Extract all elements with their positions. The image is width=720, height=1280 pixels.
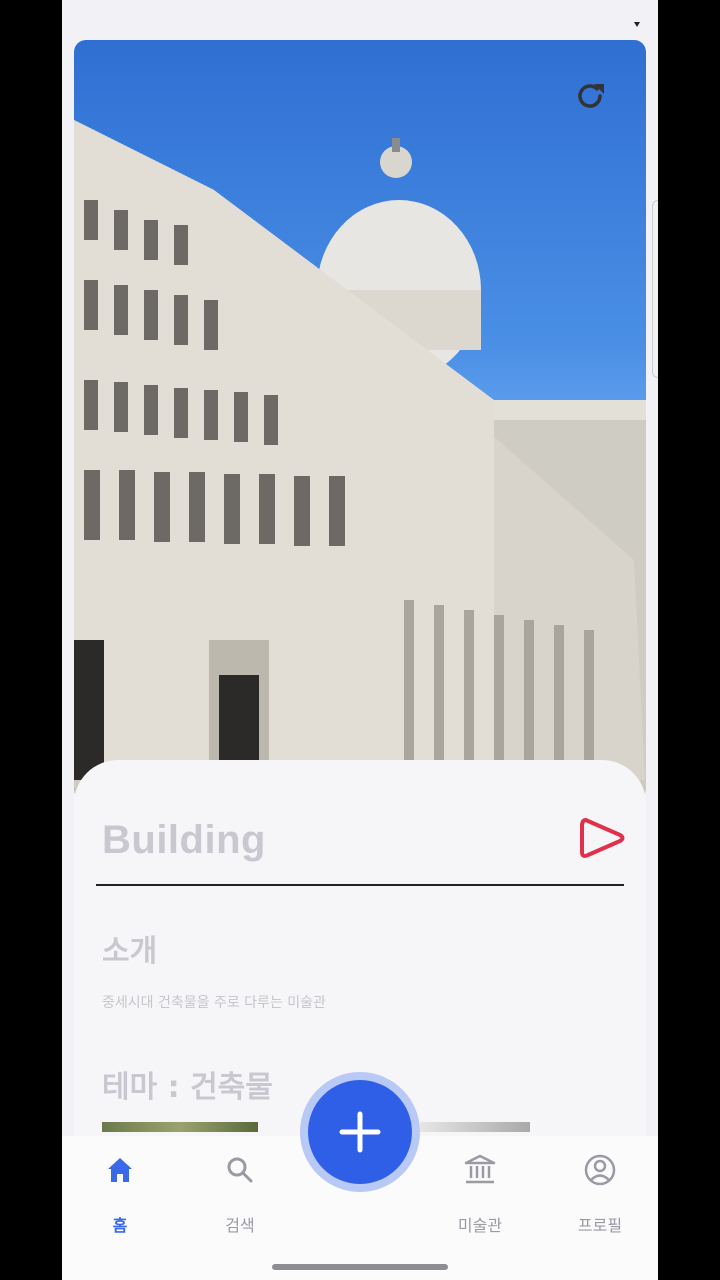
intro-text: 중세시대 건축물을 주로 다루는 미술관 bbox=[102, 995, 326, 1011]
refresh-icon bbox=[578, 84, 604, 108]
side-handle[interactable] bbox=[652, 200, 658, 378]
theme-thumbnail[interactable] bbox=[420, 1122, 530, 1132]
tab-label: 미술관 bbox=[457, 1216, 503, 1235]
hero-image bbox=[74, 40, 646, 800]
home-indicator[interactable] bbox=[272, 1264, 448, 1270]
search-icon bbox=[227, 1157, 253, 1183]
refresh-button[interactable] bbox=[572, 78, 612, 118]
play-icon bbox=[580, 818, 625, 858]
play-button[interactable] bbox=[576, 812, 628, 864]
tab-profile[interactable]: 프로필 bbox=[550, 1150, 650, 1236]
home-icon bbox=[108, 1158, 132, 1182]
tab-museum[interactable]: 미술관 bbox=[430, 1150, 530, 1236]
status-indicator bbox=[634, 22, 640, 27]
museum-icon bbox=[464, 1154, 496, 1184]
cathedral-illustration bbox=[74, 120, 646, 800]
intro-heading: 소개 bbox=[102, 934, 158, 969]
title-divider bbox=[96, 884, 624, 886]
tab-label: 홈 bbox=[112, 1216, 128, 1235]
museum-title: Building bbox=[102, 818, 266, 862]
tab-search[interactable]: 검색 bbox=[190, 1150, 290, 1236]
theme-heading: 테마 : 건축물 bbox=[102, 1070, 273, 1105]
app-screen: Building 소개 중세시대 건축물을 주로 다루는 미술관 테마 : 건축… bbox=[62, 0, 658, 1280]
profile-icon bbox=[584, 1154, 616, 1186]
tab-home[interactable]: 홈 bbox=[70, 1150, 170, 1236]
plus-icon bbox=[339, 1111, 381, 1153]
tab-label: 프로필 bbox=[577, 1216, 623, 1235]
theme-thumbnail[interactable] bbox=[102, 1122, 258, 1132]
tab-label: 검색 bbox=[225, 1216, 255, 1235]
add-button[interactable] bbox=[308, 1080, 412, 1184]
